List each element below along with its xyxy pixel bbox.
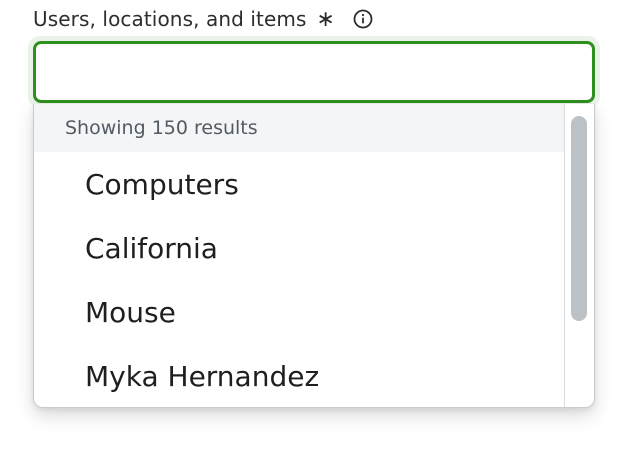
field-label-text: Users, locations, and items xyxy=(33,7,307,31)
scrollbar-track[interactable] xyxy=(564,104,594,407)
required-marker: ∗ xyxy=(316,7,336,32)
combobox-widget: Users, locations, and items ∗ Showing 15… xyxy=(0,0,628,464)
search-input-focus-ring xyxy=(28,36,600,108)
scrollbar-thumb[interactable] xyxy=(571,116,587,321)
results-dropdown[interactable]: Showing 150 results Computers California… xyxy=(33,104,595,408)
results-list: Computers California Mouse Myka Hernande… xyxy=(34,152,566,407)
option-mouse[interactable]: Mouse xyxy=(34,280,566,344)
search-input[interactable] xyxy=(33,41,595,103)
option-computers[interactable]: Computers xyxy=(34,152,566,216)
field-label: Users, locations, and items ∗ xyxy=(33,6,373,32)
option-california[interactable]: California xyxy=(34,216,566,280)
option-myka-hernandez[interactable]: Myka Hernandez xyxy=(34,344,566,407)
info-icon[interactable] xyxy=(353,9,373,29)
results-count: Showing 150 results xyxy=(34,104,566,152)
